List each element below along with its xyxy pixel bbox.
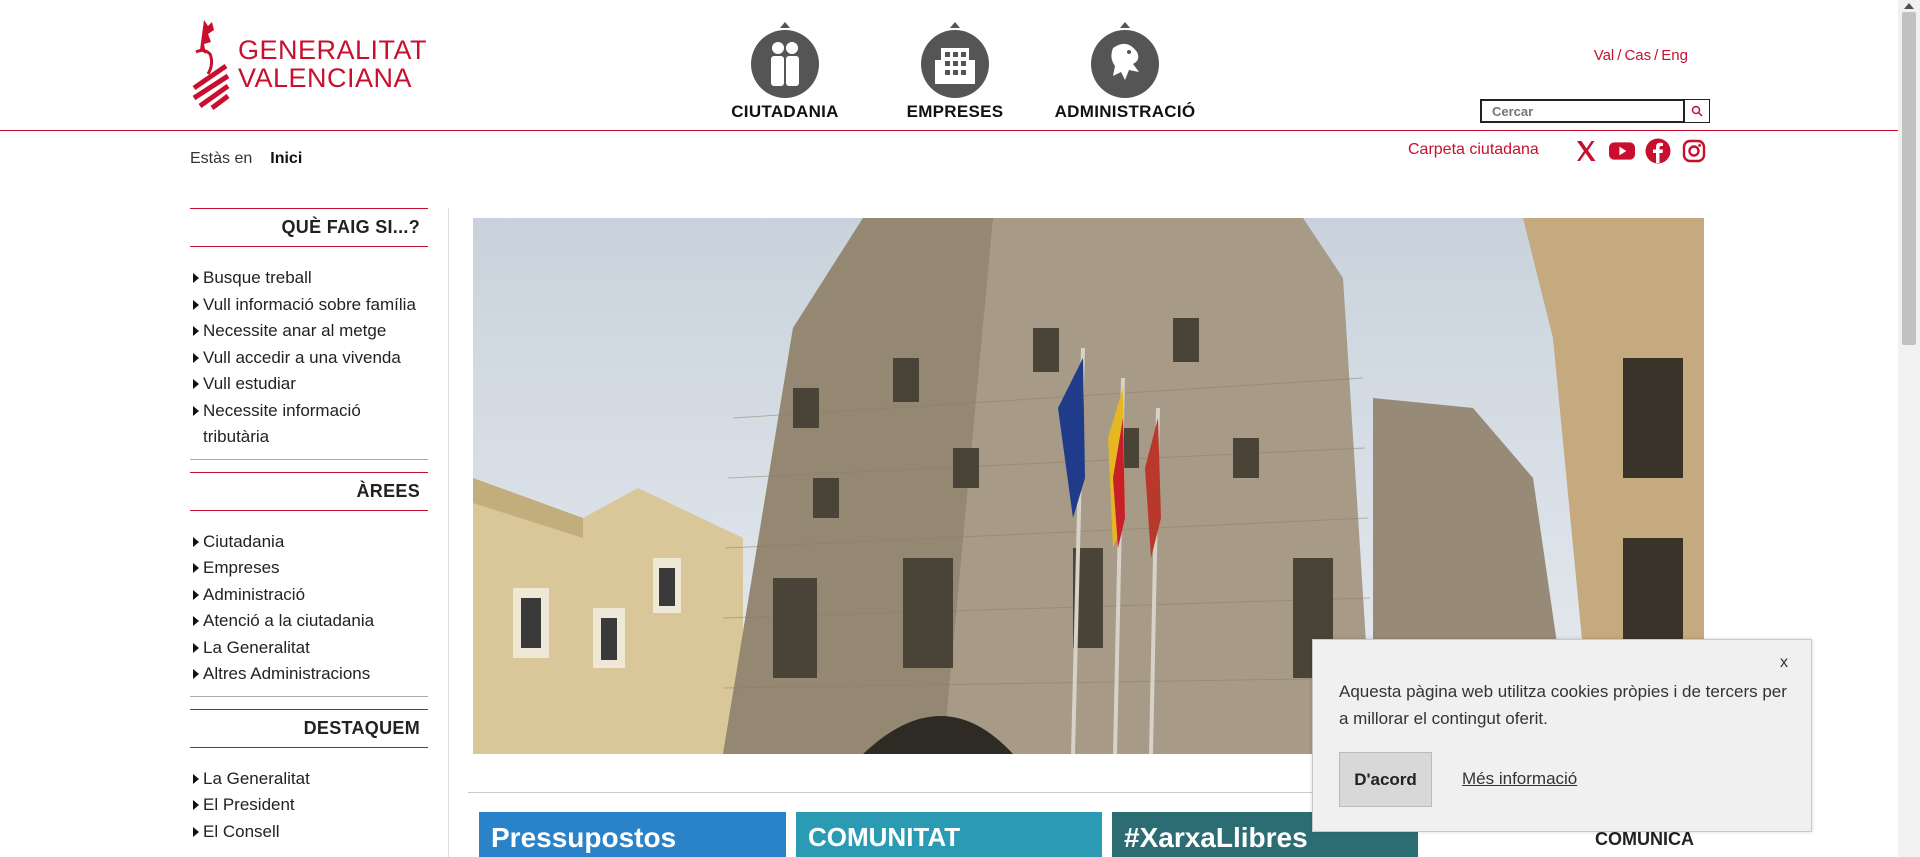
cookie-message: Aquesta pàgina web utilitza cookies pròp…: [1339, 682, 1787, 728]
sidebar-item-busque-treball[interactable]: Busque treball: [190, 265, 428, 292]
search-input[interactable]: [1480, 99, 1685, 123]
accept-cookies-button[interactable]: D'acord: [1339, 752, 1432, 807]
section-title-destaquem: DESTAQUEM: [190, 708, 428, 748]
list-que-faig-si: Busque treball Vull informació sobre fam…: [190, 247, 428, 460]
nav-administracio[interactable]: ADMINISTRACIÓ: [1040, 22, 1210, 122]
sidebar-item-tributaria[interactable]: Necessite informació tributària: [190, 398, 428, 451]
main-nav: CIUTADANIA EMPRESES ADMINISTRACIÓ: [700, 22, 1210, 122]
sidebar-item-empreses[interactable]: Empreses: [190, 555, 428, 582]
search-box: [1480, 99, 1710, 123]
scroll-up-icon[interactable]: [1904, 3, 1914, 9]
cookie-popup: x Aquesta pàgina web utilitza cookies pr…: [1312, 639, 1812, 832]
sidebar: QUÈ FAIG SI...? Busque treball Vull info…: [190, 208, 428, 857]
caret-up-icon: [950, 22, 960, 28]
youtube-icon[interactable]: [1609, 138, 1635, 164]
sidebar-item-consell[interactable]: El Consell: [190, 819, 428, 846]
social-links: [1573, 138, 1707, 164]
list-arees: Ciutadania Empreses Administració Atenci…: [190, 511, 428, 697]
page-scrollbar[interactable]: [1898, 0, 1920, 857]
breadcrumb: Estàs en Inici: [190, 150, 302, 168]
banner-comunitat-valenciana[interactable]: COMUNITAT VALENCIANA: [796, 812, 1102, 857]
sidebar-item-altres[interactable]: Altres Administracions: [190, 661, 428, 688]
sidebar-divider: [448, 208, 449, 857]
sidebar-item-la-generalitat[interactable]: La Generalitat: [190, 635, 428, 662]
sidebar-item-metge[interactable]: Necessite anar al metge: [190, 318, 428, 345]
comunica-heading: COMUNICA: [1595, 829, 1694, 849]
caret-up-icon: [780, 22, 790, 28]
lang-val[interactable]: Val: [1594, 47, 1615, 64]
language-switcher: Val / Cas / Eng: [1593, 47, 1688, 64]
sidebar-item-familia[interactable]: Vull informació sobre família: [190, 292, 428, 319]
x-icon[interactable]: [1573, 138, 1599, 164]
logo-line-1: GENERALITAT: [238, 35, 428, 65]
instagram-icon[interactable]: [1681, 138, 1707, 164]
section-title-arees: ÀREES: [190, 471, 428, 511]
lang-eng[interactable]: Eng: [1661, 47, 1688, 64]
logo-emblem-icon: [192, 20, 230, 110]
sidebar-item-president[interactable]: El President: [190, 792, 428, 819]
search-icon: [1691, 105, 1703, 117]
breadcrumb-home[interactable]: Inici: [270, 150, 302, 167]
sidebar-item-atencio[interactable]: Atenció a la ciutadania: [190, 608, 428, 635]
banner-pressupostos[interactable]: Pressupostos: [479, 812, 786, 857]
logo-line-2: VALENCIANA: [238, 63, 413, 93]
dragon-icon: [1091, 30, 1159, 98]
caret-up-icon: [1120, 22, 1130, 28]
nav-administracio-label: ADMINISTRACIÓ: [1054, 102, 1196, 121]
sidebar-item-administracio[interactable]: Administració: [190, 582, 428, 609]
people-icon: [751, 30, 819, 98]
lang-cas[interactable]: Cas: [1624, 47, 1651, 64]
nav-empreses[interactable]: EMPRESES: [870, 22, 1040, 122]
scrollbar-thumb[interactable]: [1902, 12, 1916, 345]
sidebar-item-estudiar[interactable]: Vull estudiar: [190, 371, 428, 398]
list-destaquem: La Generalitat El President El Consell: [190, 748, 428, 854]
sidebar-item-vivenda[interactable]: Vull accedir a una vivenda: [190, 345, 428, 372]
section-title-que-faig-si: QUÈ FAIG SI...?: [190, 208, 428, 247]
search-button[interactable]: [1684, 99, 1710, 123]
more-info-link[interactable]: Més informació: [1462, 769, 1577, 789]
content-divider: [468, 792, 1334, 793]
sidebar-item-ciutadania[interactable]: Ciutadania: [190, 529, 428, 556]
sidebar-item-destaquem-generalitat[interactable]: La Generalitat: [190, 766, 428, 793]
generalitat-logo[interactable]: GENERALITAT VALENCIANA: [190, 18, 427, 110]
building-icon: [921, 30, 989, 98]
breadcrumb-prefix: Estàs en: [190, 150, 253, 167]
close-icon[interactable]: x: [1780, 654, 1788, 672]
facebook-icon[interactable]: [1645, 138, 1671, 164]
carpeta-ciutadana-link[interactable]: Carpeta ciutadana: [1408, 141, 1539, 159]
nav-ciutadania-label: CIUTADANIA: [731, 102, 839, 121]
nav-empreses-label: EMPRESES: [906, 102, 1004, 121]
nav-ciutadania[interactable]: CIUTADANIA: [700, 22, 870, 122]
site-header: GENERALITAT VALENCIANA CIUTADANIA EMPRES…: [0, 0, 1898, 131]
